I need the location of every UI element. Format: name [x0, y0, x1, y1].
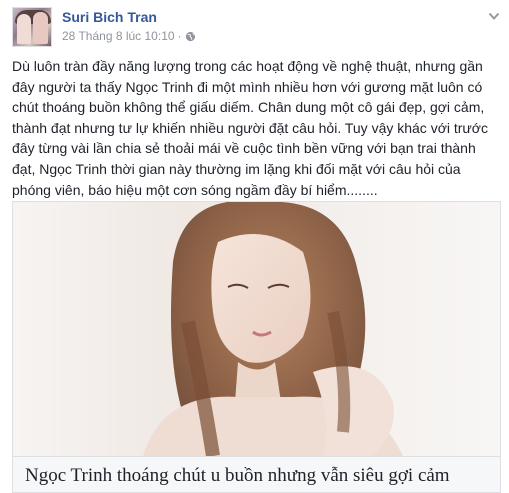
post-text-line: chút thoáng buồn không thể giấu diếm. Ch… [12, 99, 485, 116]
post-body-text: Dù luôn tràn đầy năng lượng trong các ho… [12, 56, 500, 200]
link-preview-title[interactable]: Ngọc Trinh thoáng chút u buồn nhưng vẫn … [25, 465, 450, 487]
author-name[interactable]: Suri Bich Tran [62, 9, 157, 25]
meta-separator: · [177, 29, 182, 43]
portrait-illustration [143, 202, 403, 456]
feed-post: Suri Bich Tran 28 Tháng 8 lúc 10:10 · Dù… [0, 0, 509, 493]
avatar-photo-figure [17, 14, 31, 44]
post-text-line: đạt, Ngọc Trinh thời gian này thường im … [12, 160, 461, 177]
post-timestamp[interactable]: 28 Tháng 8 lúc 10:10 [62, 29, 175, 43]
post-meta: 28 Tháng 8 lúc 10:10 · [62, 29, 196, 43]
post-text-line: thành đạt nhưng tư lự khiến nhiều người … [12, 119, 488, 136]
post-text-line: đây từng vài lần chia sẻ thoải mái về cu… [12, 140, 476, 157]
post-text-line: đây người ta thấy Ngọc Trinh đi một mình… [12, 78, 483, 95]
link-preview-image[interactable] [13, 202, 500, 456]
globe-icon[interactable] [185, 31, 196, 42]
link-preview-caption[interactable]: Ngọc Trinh thoáng chút u buồn nhưng vẫn … [13, 456, 500, 492]
chevron-down-icon[interactable] [488, 10, 500, 22]
link-preview-card[interactable]: Ngọc Trinh thoáng chút u buồn nhưng vẫn … [12, 201, 501, 493]
avatar[interactable] [12, 7, 52, 47]
post-text-line: Dù luôn tràn đầy năng lượng trong các ho… [12, 58, 483, 74]
avatar-photo-figure [33, 12, 48, 44]
post-text-line: phóng viên, báo hiệu một cơn sóng ngầm đ… [12, 181, 378, 198]
